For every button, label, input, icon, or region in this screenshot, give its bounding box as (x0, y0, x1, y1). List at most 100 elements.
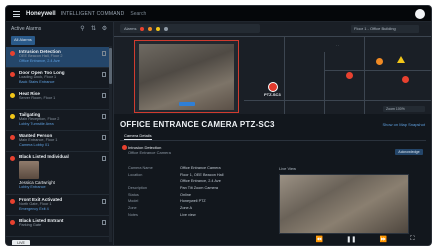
document-icon[interactable] (102, 93, 106, 98)
detail-alert-sub: Office Entrance Camera (128, 150, 171, 155)
popup-play-control[interactable] (179, 102, 195, 106)
field-value: Pan Tilt Zoom Camera (180, 186, 218, 191)
alarm-marker-icon[interactable] (402, 76, 409, 83)
field-row: Description Pan Tilt Zoom Camera (128, 186, 278, 193)
priority-icon (10, 72, 15, 77)
map-wall (284, 36, 285, 114)
document-icon[interactable] (102, 51, 106, 56)
camera-popup[interactable] (134, 40, 239, 113)
map-wall (364, 36, 365, 114)
camera-popup-feed (139, 44, 234, 110)
product-name: INTELLIGENT COMMAND (60, 10, 125, 17)
alarm-list-item[interactable]: Intrusion Detection OEE Beacon Hall, Floo… (6, 47, 110, 68)
top-bar: Honeywell INTELLIGENT COMMAND Search (6, 6, 431, 22)
fast-forward-icon[interactable]: ⏩ (380, 236, 387, 243)
rewind-icon[interactable]: ⏪ (316, 236, 323, 243)
settings-icon[interactable]: ⚙ (101, 26, 108, 33)
alarm-list-item[interactable]: Heat Rise Server Room, Floor 1 (6, 89, 110, 110)
field-value: Office Entrance Camera (180, 166, 221, 170)
field-value: Zone A (180, 206, 193, 211)
camera-marker-icon[interactable] (268, 82, 278, 92)
sidebar-scrollbar[interactable] (109, 46, 112, 242)
sidebar-tabs: All Alarms (6, 36, 113, 45)
field-label (128, 179, 180, 186)
sidebar-title: Active Alarms (11, 26, 42, 32)
map-wall (324, 52, 325, 114)
alarm-detail: Server Room, Floor 1 (19, 96, 56, 100)
field-value: Floor 1, OEE Beacon Hall (180, 172, 224, 177)
alarm-marker-icon[interactable] (376, 58, 383, 65)
pause-icon[interactable]: ❚❚ (346, 236, 356, 243)
priority-icon (10, 135, 15, 140)
alarm-detail: Camera Lobby 01 (19, 143, 50, 147)
field-label: Camera Name (128, 166, 153, 170)
fullscreen-icon[interactable]: ⛶ (410, 236, 414, 243)
map-toolbar[interactable]: Alarms (120, 24, 260, 33)
field-value: Office Entrance, 2.4 Ave (180, 179, 221, 184)
alarm-list: Intrusion Detection OEE Beacon Hall, Floo… (6, 47, 110, 237)
alarm-list-item[interactable]: Front Exit Activated North Gate, Floor 1E… (6, 195, 110, 216)
field-value: Online (180, 192, 191, 197)
field-row: Camera Name Office Entrance Camera (128, 166, 278, 173)
alarm-detail: Parking Gate (19, 223, 42, 227)
alarm-list-item[interactable]: Black Listed Individual Jessica Cartwrigh… (6, 152, 110, 195)
alarm-list-item[interactable]: Wanted Person Main Entrance, Floor 1 Camer… (6, 131, 110, 152)
acknowledge-button[interactable]: Acknowledge (395, 149, 423, 155)
filter-icon[interactable]: ⚲ (79, 26, 86, 33)
field-row: Notes Live view (128, 213, 278, 220)
alert-priority-icon (122, 145, 127, 150)
map-wall (114, 36, 431, 37)
floor-select[interactable]: Floor 1 - Office Building (351, 25, 419, 33)
priority-icon (10, 51, 15, 56)
document-icon[interactable] (102, 156, 106, 161)
alarm-detail: Back Stairs Entrance (19, 80, 55, 84)
zoom-control[interactable]: Zoom 100% (383, 106, 425, 112)
person-location: Lobby Entrance (19, 185, 46, 189)
yellow-filter-icon[interactable] (156, 26, 161, 31)
scrollbar-thumb[interactable] (109, 48, 112, 84)
camera-fields: Camera Name Office Entrance Camera Locatio… (128, 166, 278, 220)
red-filter-icon[interactable] (140, 26, 145, 31)
sidebar-header: Active Alarms ⚲ ⇅ ⚙ (6, 22, 113, 36)
tab-camera-details[interactable]: Camera Details (124, 133, 152, 140)
document-icon[interactable] (102, 135, 106, 140)
field-label: Notes (128, 212, 138, 217)
field-row: Model Honeywell PTZ (128, 199, 278, 206)
tab-all-alarms[interactable]: All Alarms (11, 36, 35, 45)
field-label: Model (128, 199, 139, 204)
priority-icon (10, 199, 15, 204)
sort-icon[interactable]: ⇅ (90, 26, 97, 33)
map-wall (324, 70, 431, 71)
alarm-list-item[interactable]: Tailgating Main Reception, Floor 2 Lobby T… (6, 110, 110, 131)
document-icon[interactable] (102, 114, 106, 119)
map-wall (244, 100, 431, 101)
app-window: Honeywell INTELLIGENT COMMAND Search Act… (5, 5, 432, 246)
field-value: Honeywell PTZ (180, 199, 206, 204)
menu-icon[interactable] (13, 10, 20, 17)
priority-icon (10, 114, 15, 119)
live-chip[interactable]: LIVE (12, 239, 30, 245)
sidebar-footer: LIVE (6, 238, 110, 245)
user-avatar-icon[interactable] (415, 9, 425, 19)
field-label: Location (128, 172, 143, 177)
camera-title: OFFICE ENTRANCE CAMERA PTZ-SC3 (120, 120, 275, 129)
alarm-marker-icon[interactable] (346, 72, 353, 79)
detail-links[interactable]: Show on Map Snapshot (383, 122, 425, 127)
field-value: Live view (180, 212, 196, 217)
alarm-list-item[interactable]: Black Listed Entrant Parking Gate (6, 216, 110, 237)
floor-map[interactable]: · · Alarms Floor 1 - Office Building PTZ… (114, 22, 431, 114)
alarm-sidebar: Active Alarms ⚲ ⇅ ⚙ All Alarms Intrusion… (6, 22, 114, 245)
field-label: Description (128, 186, 147, 191)
camera-video-feed[interactable] (279, 174, 409, 234)
camera-marker-label: PTZ-SC3 (264, 92, 281, 97)
alarm-list-item[interactable]: Door Open Too Long Loading Dock, Floor 1B… (6, 68, 110, 89)
orange-filter-icon[interactable] (148, 26, 153, 31)
brand-logo: Honeywell (26, 10, 56, 17)
warning-marker-icon[interactable] (397, 56, 405, 63)
breadcrumb[interactable]: Search (130, 11, 146, 17)
document-icon[interactable] (102, 199, 106, 204)
gray-filter-icon[interactable] (164, 26, 169, 31)
document-icon[interactable] (102, 72, 106, 77)
field-row: Status Online (128, 193, 278, 200)
document-icon[interactable] (102, 220, 106, 225)
